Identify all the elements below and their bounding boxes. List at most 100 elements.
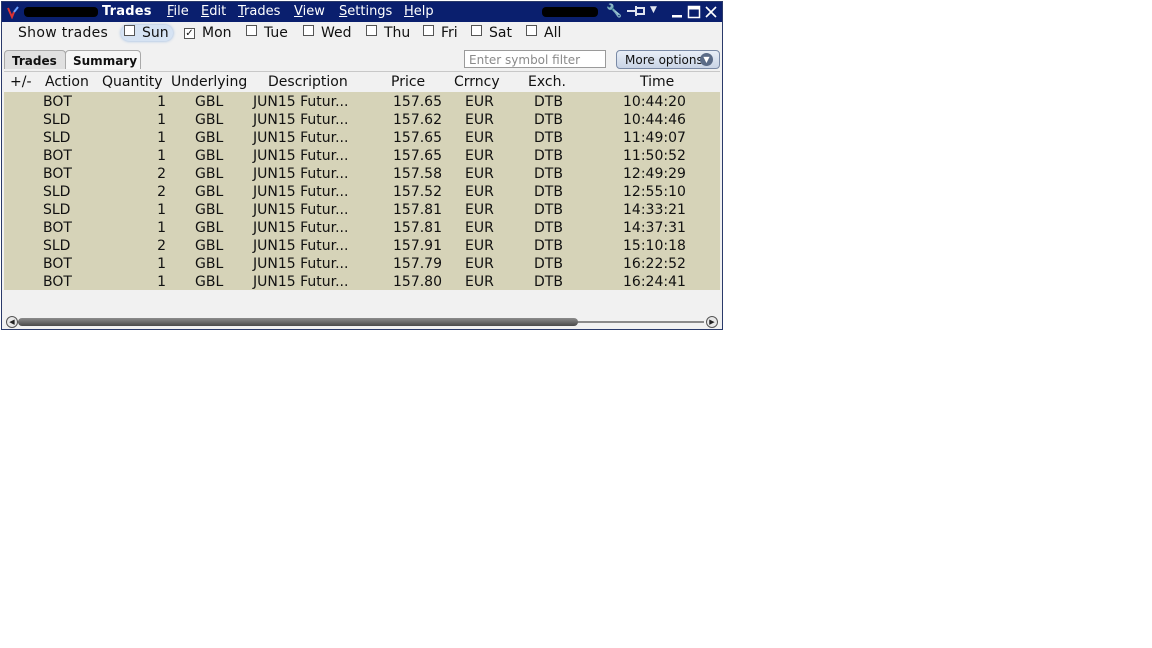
cell-time: 12:49:29 — [623, 166, 686, 182]
table-row[interactable]: SLD 1 GBL JUN15 Futur... 157.81 EUR DTB 14:33:2… — [4, 201, 720, 219]
table-row[interactable]: SLD 2 GBL JUN15 Futur... 157.52 EUR DTB 12:55:1… — [4, 183, 720, 201]
col-header-description[interactable]: Description — [268, 74, 348, 90]
pin-icon[interactable] — [626, 4, 648, 22]
title-bar[interactable]: Trades File Edit Trades View Settings He… — [2, 2, 722, 22]
col-header-currency[interactable]: Crrncy — [454, 74, 500, 90]
table-row[interactable]: BOT 1 GBL JUN15 Futur... 157.65 EUR DTB 11:50:5… — [4, 147, 720, 165]
tab-summary[interactable]: Summary — [65, 50, 141, 69]
day-label: Mon — [202, 25, 232, 41]
cell-action: BOT — [43, 166, 72, 182]
cell-description: JUN15 Futur... — [253, 274, 349, 290]
thu-checkbox[interactable] — [366, 25, 377, 36]
cell-time: 10:44:20 — [623, 94, 686, 110]
tab-trades[interactable]: Trades — [4, 50, 66, 69]
menu-edit[interactable]: Edit — [201, 4, 226, 19]
cell-underlying: GBL — [195, 184, 224, 200]
table-row[interactable]: BOT 2 GBL JUN15 Futur... 157.58 EUR DTB 12:49:2… — [4, 165, 720, 183]
cell-description: JUN15 Futur... — [253, 94, 349, 110]
table-row[interactable]: BOT 1 GBL JUN15 Futur... 157.81 EUR DTB 14:37:3… — [4, 219, 720, 237]
cell-time: 14:37:31 — [623, 220, 686, 236]
day-filter-sun[interactable]: Sun — [121, 25, 173, 41]
trades-window: Trades File Edit Trades View Settings He… — [1, 1, 723, 330]
more-options-button[interactable]: More options ▼ — [616, 50, 720, 69]
cell-currency: EUR — [465, 94, 494, 110]
horizontal-scrollbar[interactable]: ◀ ▶ — [4, 315, 720, 329]
table-row[interactable]: BOT 1 GBL JUN15 Futur... 157.80 EUR DTB 16:24:4… — [4, 273, 720, 291]
sun-checkbox[interactable] — [124, 25, 135, 36]
day-filter-thu[interactable]: Thu — [366, 25, 410, 41]
cell-price: 157.79 — [393, 256, 442, 272]
mon-checkbox[interactable]: ✓ — [184, 28, 195, 39]
day-filter-fri[interactable]: Fri — [423, 25, 458, 41]
menu-settings[interactable]: Settings — [339, 4, 392, 19]
col-header-time[interactable]: Time — [640, 74, 674, 90]
wrench-icon[interactable]: 🔧 — [606, 4, 622, 19]
fri-checkbox[interactable] — [423, 25, 434, 36]
table-row[interactable]: SLD 2 GBL JUN15 Futur... 157.91 EUR DTB 15:10:1… — [4, 237, 720, 255]
day-filter-tue[interactable]: Tue — [246, 25, 288, 41]
table-row[interactable]: BOT 1 GBL JUN15 Futur... 157.65 EUR DTB 10:44:2… — [4, 93, 720, 111]
table-row[interactable]: SLD 1 GBL JUN15 Futur... 157.62 EUR DTB 10:44:4… — [4, 111, 720, 129]
cell-time: 11:49:07 — [623, 130, 686, 146]
cell-quantity: 2 — [157, 166, 166, 182]
app-logo-icon — [7, 6, 19, 19]
table-row[interactable]: BOT 1 GBL JUN15 Futur... 157.79 EUR DTB 16:22:5… — [4, 255, 720, 273]
cell-price: 157.65 — [393, 148, 442, 164]
menu-help[interactable]: Help — [404, 4, 434, 19]
redacted-info — [542, 7, 598, 17]
dropdown-icon[interactable]: ▼ — [650, 5, 657, 15]
cell-price: 157.80 — [393, 274, 442, 290]
close-icon[interactable] — [704, 5, 718, 19]
day-label: Tue — [264, 25, 288, 41]
cell-currency: EUR — [465, 202, 494, 218]
tab-label: Trades — [12, 54, 57, 68]
cell-currency: EUR — [465, 238, 494, 254]
cell-exchange: DTB — [534, 166, 563, 182]
cell-description: JUN15 Futur... — [253, 148, 349, 164]
scroll-left-icon[interactable]: ◀ — [6, 316, 18, 328]
menu-view[interactable]: View — [294, 4, 325, 19]
col-header-underlying[interactable]: Underlying — [171, 74, 247, 90]
symbol-filter-input[interactable] — [464, 50, 606, 68]
cell-currency: EUR — [465, 220, 494, 236]
minimize-icon[interactable] — [670, 5, 684, 19]
cell-currency: EUR — [465, 256, 494, 272]
scroll-thumb[interactable] — [18, 318, 578, 326]
window-title: Trades — [102, 4, 152, 19]
col-header-action[interactable]: Action — [45, 74, 89, 90]
cell-exchange: DTB — [534, 238, 563, 254]
chevron-down-icon: ▼ — [700, 53, 713, 66]
scroll-right-icon[interactable]: ▶ — [706, 316, 718, 328]
cell-action: SLD — [43, 112, 71, 128]
tue-checkbox[interactable] — [246, 25, 257, 36]
cell-underlying: GBL — [195, 148, 224, 164]
cell-exchange: DTB — [534, 274, 563, 290]
day-label: Sat — [489, 25, 512, 41]
table-row[interactable]: SLD 1 GBL JUN15 Futur... 157.65 EUR DTB 11:49:0… — [4, 129, 720, 147]
day-filter-sat[interactable]: Sat — [471, 25, 512, 41]
tabs-row: Trades Summary More options ▼ — [2, 48, 722, 72]
col-header-price[interactable]: Price — [391, 74, 425, 90]
cell-quantity: 1 — [157, 112, 166, 128]
sat-checkbox[interactable] — [471, 25, 482, 36]
cell-exchange: DTB — [534, 202, 563, 218]
wed-checkbox[interactable] — [303, 25, 314, 36]
day-filter-all[interactable]: All — [526, 25, 561, 41]
day-filter-wed[interactable]: Wed — [303, 25, 352, 41]
cell-time: 12:55:10 — [623, 184, 686, 200]
cell-time: 14:33:21 — [623, 202, 686, 218]
cell-currency: EUR — [465, 130, 494, 146]
all-checkbox[interactable] — [526, 25, 537, 36]
cell-underlying: GBL — [195, 238, 224, 254]
col-header-plusminus[interactable]: +/- — [10, 74, 32, 90]
cell-time: 16:24:41 — [623, 274, 686, 290]
col-header-exchange[interactable]: Exch. — [528, 74, 566, 90]
cell-currency: EUR — [465, 274, 494, 290]
menu-trades[interactable]: Trades — [238, 4, 280, 19]
col-header-quantity[interactable]: Quantity — [102, 74, 163, 90]
day-filter-mon[interactable]: ✓ Mon — [184, 25, 232, 41]
menu-file[interactable]: File — [167, 4, 189, 19]
cell-currency: EUR — [465, 166, 494, 182]
maximize-icon[interactable] — [687, 5, 701, 19]
day-label: Thu — [384, 25, 411, 41]
